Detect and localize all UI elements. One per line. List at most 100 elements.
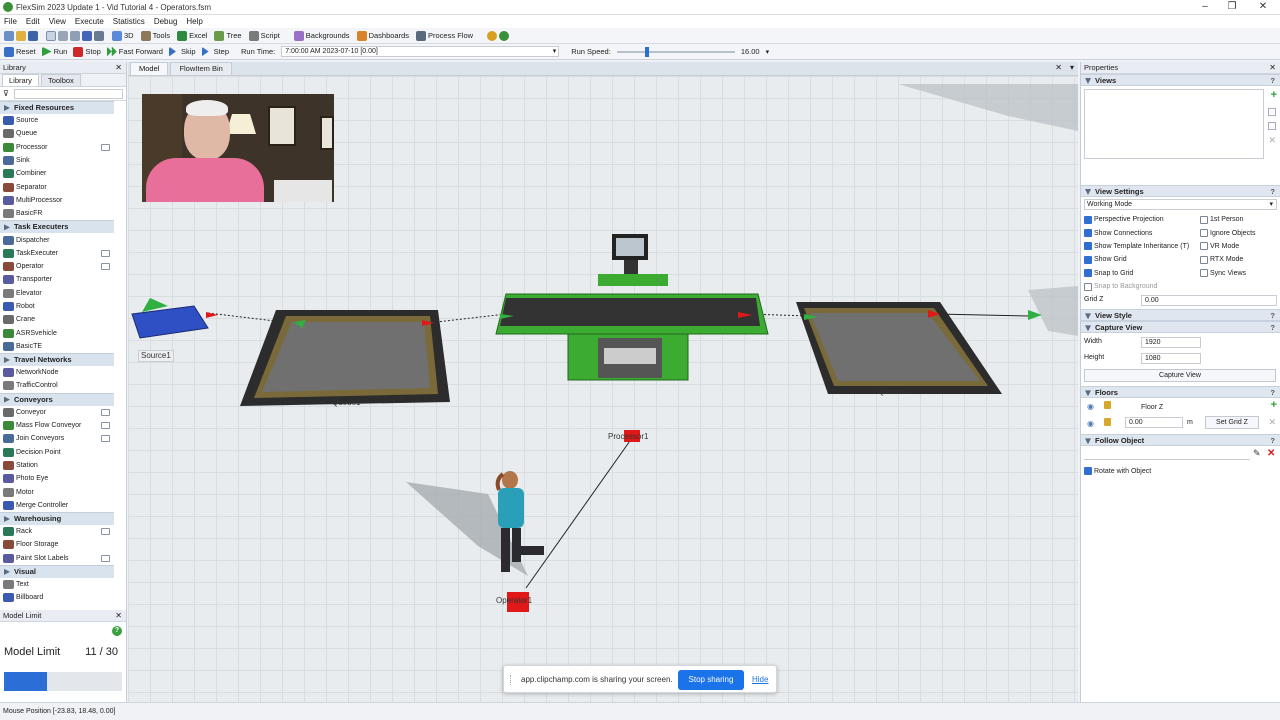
- disconnect-mode-icon[interactable]: [70, 30, 80, 41]
- help-icon[interactable]: [499, 30, 510, 41]
- model-3d-view[interactable]: Source1 Queue1 Queue5 Processor1 Operato…: [128, 76, 1078, 702]
- library-item[interactable]: Floor Storage: [0, 538, 126, 551]
- settings-gear-icon[interactable]: [487, 30, 498, 41]
- menu-view[interactable]: View: [49, 17, 66, 26]
- connect-mode-icon[interactable]: [58, 30, 68, 41]
- floor-name[interactable]: Floor Z: [1141, 404, 1163, 411]
- library-item[interactable]: BasicTE: [0, 340, 126, 353]
- template-icon[interactable]: [101, 421, 110, 429]
- dashboards-button[interactable]: Dashboards: [356, 30, 409, 41]
- chevron-down-icon[interactable]: ▾: [766, 48, 770, 56]
- library-item[interactable]: Motor: [0, 485, 126, 498]
- tab-toolbox[interactable]: Toolbox: [40, 74, 81, 86]
- grid-z-input[interactable]: 0.00: [1141, 295, 1277, 307]
- height-input[interactable]: 1080: [1141, 353, 1201, 365]
- backgrounds-button[interactable]: Backgrounds: [293, 30, 350, 41]
- delete-view-icon[interactable]: ✕: [1268, 136, 1276, 145]
- library-item[interactable]: Merge Controller: [0, 499, 126, 512]
- width-input[interactable]: 1920: [1141, 337, 1201, 349]
- help-icon[interactable]: ?: [1270, 435, 1275, 446]
- set-grid-z-button[interactable]: Set Grid Z: [1205, 416, 1259, 430]
- floors-section[interactable]: Floors?: [1081, 386, 1280, 399]
- lock-icon[interactable]: [1104, 401, 1111, 410]
- slider-thumb[interactable]: [644, 46, 649, 57]
- view-option-checkbox[interactable]: Snap to Background: [1084, 280, 1200, 293]
- run-speed-slider[interactable]: [616, 46, 735, 57]
- library-item[interactable]: Dispatcher: [0, 233, 126, 246]
- close-icon[interactable]: ✕: [115, 610, 122, 622]
- drag-handle-icon[interactable]: [510, 675, 512, 685]
- run-button[interactable]: Run: [41, 46, 67, 57]
- help-icon[interactable]: ?: [1270, 75, 1275, 86]
- select-pointer-icon[interactable]: [46, 30, 56, 41]
- library-item[interactable]: Join Conveyors: [0, 432, 126, 445]
- eyedropper-icon[interactable]: ✎: [1253, 448, 1261, 459]
- library-item[interactable]: TaskExecuter: [0, 247, 126, 260]
- menu-file[interactable]: File: [4, 17, 17, 26]
- library-category[interactable]: Visual: [0, 564, 114, 578]
- library-item[interactable]: Rack: [0, 525, 126, 538]
- tab-model[interactable]: Model: [130, 62, 169, 75]
- stop-sharing-button[interactable]: Stop sharing: [678, 670, 744, 690]
- library-category[interactable]: Fixed Resources: [0, 101, 114, 114]
- library-category[interactable]: Task Executers: [0, 220, 114, 234]
- follow-object-section[interactable]: Follow Object?: [1081, 434, 1280, 447]
- working-mode-select[interactable]: Working Mode ▾: [1084, 199, 1277, 210]
- library-item[interactable]: Operator: [0, 260, 126, 273]
- floor-z-input[interactable]: 0.00: [1125, 417, 1183, 429]
- tools-button[interactable]: Tools: [140, 30, 170, 41]
- library-item[interactable]: Text: [0, 578, 126, 591]
- template-icon[interactable]: [101, 249, 110, 257]
- filter-icon[interactable]: ⊽: [3, 89, 9, 98]
- library-item[interactable]: Mass Flow Conveyor: [0, 419, 126, 432]
- operator-body[interactable]: [498, 488, 524, 528]
- rotate-with-object-checkbox[interactable]: Rotate with Object: [1084, 464, 1151, 477]
- library-category[interactable]: Conveyors: [0, 392, 114, 406]
- help-icon[interactable]: ?: [112, 626, 122, 636]
- library-item[interactable]: Transporter: [0, 273, 126, 286]
- 3d-view-button[interactable]: 3D: [112, 30, 134, 41]
- library-item[interactable]: MultiProcessor: [0, 194, 126, 207]
- process-flow-button[interactable]: Process Flow: [416, 30, 473, 41]
- view-settings-section[interactable]: View Settings?: [1081, 185, 1280, 197]
- library-item[interactable]: Crane: [0, 313, 126, 326]
- run-time-field[interactable]: 7:00:00 AM 2023-07-10 [0.00] ▾: [281, 46, 560, 57]
- library-item[interactable]: TrafficControl: [0, 379, 126, 392]
- stop-button[interactable]: Stop: [73, 46, 101, 57]
- follow-object-input[interactable]: [1084, 450, 1250, 461]
- tree-button[interactable]: Tree: [214, 30, 242, 41]
- close-icon[interactable]: ✕: [1269, 62, 1276, 74]
- library-item[interactable]: Processor: [0, 141, 126, 154]
- new-file-icon[interactable]: [4, 30, 14, 41]
- eye-icon[interactable]: ◉: [1087, 419, 1094, 428]
- library-item[interactable]: Source: [0, 114, 126, 127]
- view-option-checkbox[interactable]: Sync Views: [1200, 267, 1280, 280]
- template-icon[interactable]: [101, 262, 110, 270]
- template-icon[interactable]: [101, 435, 110, 443]
- library-item[interactable]: NetworkNode: [0, 366, 126, 379]
- library-item[interactable]: Elevator: [0, 287, 126, 300]
- menu-help[interactable]: Help: [186, 17, 202, 26]
- save-icon[interactable]: [28, 30, 38, 41]
- help-icon[interactable]: ?: [1270, 186, 1275, 197]
- capture-view-section[interactable]: Capture View?: [1081, 321, 1280, 334]
- library-item[interactable]: Conveyor: [0, 406, 126, 419]
- fast-forward-button[interactable]: Fast Forward: [106, 46, 163, 57]
- library-item[interactable]: Decision Point: [0, 446, 126, 459]
- template-icon[interactable]: [101, 408, 110, 416]
- clear-icon[interactable]: ✕: [1267, 448, 1275, 459]
- library-category[interactable]: Travel Networks: [0, 353, 114, 367]
- view-option-checkbox[interactable]: Ignore Objects: [1200, 226, 1280, 239]
- help-icon[interactable]: ?: [1270, 322, 1275, 333]
- script-button[interactable]: Script: [248, 30, 280, 41]
- library-item[interactable]: Billboard: [0, 591, 126, 604]
- grouping-icon[interactable]: [94, 30, 104, 41]
- library-item[interactable]: Queue: [0, 127, 126, 140]
- template-icon[interactable]: [101, 528, 110, 536]
- add-floor-icon[interactable]: +: [1271, 400, 1277, 411]
- views-section[interactable]: Views?: [1081, 74, 1280, 86]
- template-icon[interactable]: [101, 143, 110, 151]
- library-item[interactable]: Station: [0, 459, 126, 472]
- library-item[interactable]: Sink: [0, 154, 126, 167]
- minimize-button[interactable]: –: [1192, 0, 1218, 15]
